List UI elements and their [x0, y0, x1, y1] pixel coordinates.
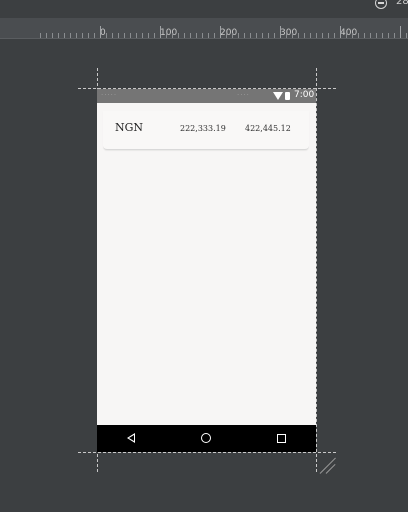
navigation-bar — [97, 425, 316, 452]
ruler-tick — [382, 33, 383, 38]
ruler-label-100: 100 — [160, 28, 178, 38]
home-icon[interactable] — [201, 433, 211, 443]
ruler-tick — [226, 33, 227, 38]
ruler-tick — [142, 33, 143, 38]
device-preview: ····· ···· 7:00 NGN 222,333.19 422,445.1… — [97, 89, 316, 452]
ruler-tick — [400, 26, 401, 38]
ruler-tick — [298, 33, 299, 38]
recents-icon[interactable] — [277, 434, 286, 443]
ruler-tick — [178, 33, 179, 38]
ruler-tick — [148, 33, 149, 38]
back-icon[interactable] — [127, 433, 135, 443]
ruler-tick — [64, 33, 65, 38]
ruler-tick — [118, 33, 119, 38]
ruler-tick — [94, 33, 95, 38]
ruler-tick — [334, 33, 335, 38]
ruler-tick — [172, 33, 173, 38]
ruler-tick — [160, 26, 161, 38]
ruler-tick — [388, 33, 389, 38]
ruler-tick — [124, 33, 125, 38]
ruler-tick — [214, 33, 215, 38]
amount-value-1: 222,333.19 — [180, 124, 226, 133]
ruler-tick — [316, 33, 317, 38]
app-content: NGN 222,333.19 422,445.12 — [97, 103, 316, 425]
ruler-tick — [76, 33, 77, 38]
ruler-tick — [322, 33, 323, 38]
ruler-tick — [232, 33, 233, 38]
ruler-tick — [40, 33, 41, 38]
ruler-tick — [190, 33, 191, 38]
status-dots: ···· — [237, 91, 250, 99]
ruler-tick — [250, 33, 251, 38]
ruler-tick — [88, 33, 89, 38]
ruler-tick — [100, 26, 101, 38]
ruler-tick — [304, 33, 305, 38]
ruler-tick — [268, 33, 269, 38]
ruler-tick — [364, 33, 365, 38]
ruler-tick — [166, 33, 167, 38]
resize-handle-icon[interactable] — [318, 456, 336, 474]
wifi-icon — [273, 92, 283, 100]
amount-value-2: 422,445.12 — [245, 124, 291, 133]
zoom-level: 28 — [396, 0, 408, 7]
top-toolbar: 28 — [0, 0, 408, 18]
ruler-tick — [244, 33, 245, 38]
list-item[interactable]: NGN 222,333.19 422,445.12 — [103, 111, 309, 150]
ruler-tick — [202, 33, 203, 38]
ruler-tick — [52, 33, 53, 38]
ruler-tick — [274, 33, 275, 38]
horizontal-ruler: 0 100 200 300 400 — [0, 18, 408, 39]
ruler-label-300: 300 — [280, 28, 298, 38]
ruler-tick — [58, 33, 59, 38]
ruler-tick — [340, 26, 341, 38]
ruler-tick — [328, 33, 329, 38]
ruler-tick — [154, 33, 155, 38]
ruler-tick — [112, 33, 113, 38]
ruler-label-400: 400 — [340, 28, 358, 38]
ruler-tick — [352, 33, 353, 38]
ruler-tick — [130, 33, 131, 38]
ruler-tick — [256, 33, 257, 38]
ruler-tick — [406, 33, 407, 38]
ruler-tick — [358, 33, 359, 38]
ruler-tick — [262, 33, 263, 38]
ruler-tick — [70, 33, 71, 38]
ruler-tick — [292, 33, 293, 38]
ruler-tick — [280, 26, 281, 38]
ruler-tick — [220, 26, 221, 38]
status-time: 7:00 — [294, 90, 315, 100]
ruler-tick — [46, 33, 47, 38]
ruler-tick — [106, 33, 107, 38]
ruler-tick — [136, 33, 137, 38]
ruler-tick — [238, 33, 239, 38]
zoom-out-icon[interactable] — [375, 0, 387, 9]
ruler-tick — [286, 33, 287, 38]
ruler-tick — [370, 33, 371, 38]
ruler-tick — [208, 33, 209, 38]
battery-icon — [285, 92, 290, 100]
status-bar: ····· ···· 7:00 — [97, 89, 316, 103]
ruler-tick — [196, 33, 197, 38]
guide-bottom — [78, 452, 336, 453]
currency-code: NGN — [115, 121, 144, 134]
ruler-tick — [82, 33, 83, 38]
ruler-tick — [184, 33, 185, 38]
ruler-tick — [394, 33, 395, 38]
ruler-tick — [310, 33, 311, 38]
ruler-tick — [376, 33, 377, 38]
ruler-label-200: 200 — [220, 28, 238, 38]
status-notification-dots: ····· — [101, 91, 118, 99]
guide-right — [316, 68, 317, 472]
ruler-tick — [346, 33, 347, 38]
